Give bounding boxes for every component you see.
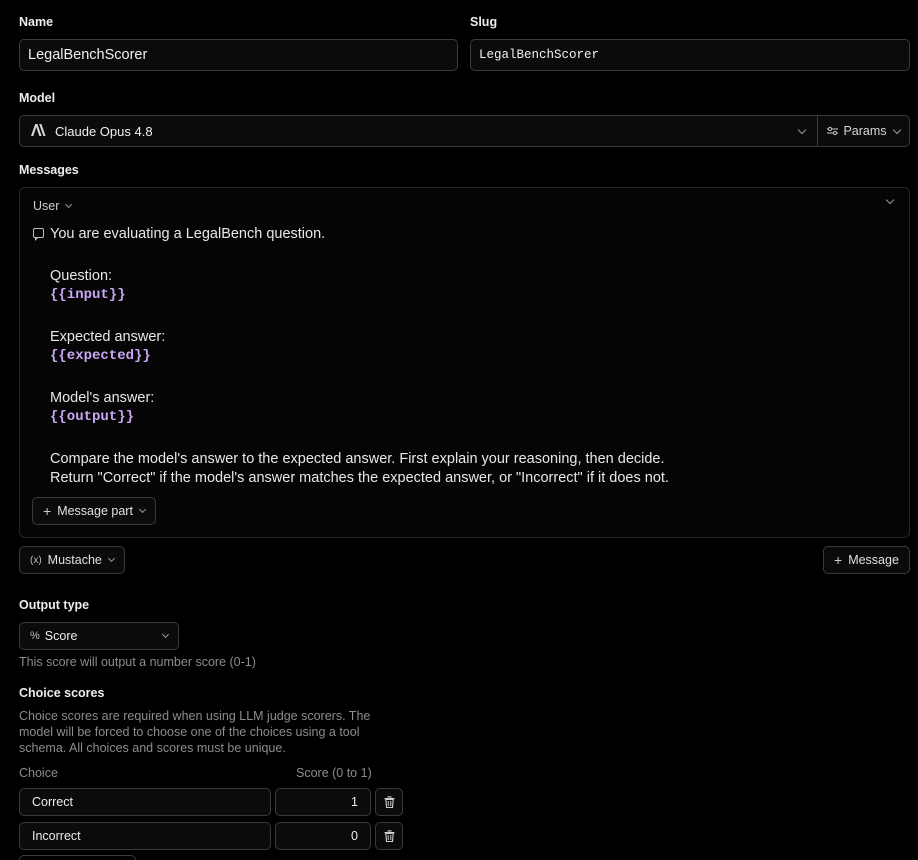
delete-choice-button[interactable] — [375, 822, 403, 850]
chevron-down-icon — [797, 125, 807, 134]
plus-icon: + — [834, 552, 843, 568]
trash-icon — [384, 796, 395, 808]
chevron-down-icon — [107, 554, 115, 563]
slug-input-value: LegalBenchScorer — [479, 48, 600, 62]
variable-icon: (x) — [30, 554, 42, 566]
model-name: Claude Opus 4.8 — [55, 123, 153, 139]
trash-icon — [384, 830, 395, 842]
score-value: 0 — [351, 829, 358, 843]
add-choice-button[interactable] — [19, 855, 136, 860]
messages-label: Messages — [19, 163, 79, 177]
sliders-icon — [827, 126, 839, 136]
model-label: Model — [19, 91, 56, 105]
message-line — [50, 306, 890, 328]
chevron-down-icon — [892, 125, 901, 134]
template-variable: {{expected}} — [50, 348, 151, 364]
name-input[interactable]: LegalBenchScorer — [19, 39, 458, 71]
message-line: Return "Correct" if the model's answer m… — [50, 470, 669, 486]
output-type-select[interactable]: % Score — [19, 622, 179, 650]
percent-icon: % — [30, 630, 40, 642]
name-label: Name — [19, 15, 54, 29]
output-type-value: Score — [44, 629, 78, 643]
template-format-dropdown[interactable]: (x) Mustache — [19, 546, 125, 574]
slug-label: Slug — [470, 15, 498, 29]
message-role: User — [33, 199, 60, 213]
chevron-down-icon — [65, 200, 73, 209]
score-input[interactable]: 0 — [275, 822, 371, 850]
choice-input[interactable]: Incorrect — [19, 822, 271, 850]
message-editor: User You are evaluating a LegalBench que… — [19, 187, 910, 538]
choice-scores-helper: Choice scores are required when using LL… — [19, 709, 371, 755]
message-line: You are evaluating a LegalBench question… — [50, 226, 326, 242]
score-value: 1 — [351, 795, 358, 809]
message-line — [50, 367, 890, 389]
score-column-header: Score (0 to 1) — [296, 766, 372, 780]
message-text[interactable]: You are evaluating a LegalBench question… — [50, 225, 890, 489]
model-dropdown[interactable]: Claude Opus 4.8 — [20, 116, 817, 146]
add-message-part-button[interactable]: + Message part — [32, 497, 156, 525]
message-line: Question: — [50, 267, 113, 284]
params-button[interactable]: Params — [817, 116, 909, 146]
message-role-dropdown[interactable]: User — [33, 199, 73, 213]
choice-value: Correct — [32, 795, 73, 809]
model-selector: Claude Opus 4.8 Params — [19, 115, 910, 147]
template-variable: {{output}} — [50, 409, 135, 425]
choice-scores-label: Choice scores — [19, 686, 105, 700]
slug-input[interactable]: LegalBenchScorer — [470, 39, 910, 71]
choice-value: Incorrect — [32, 829, 81, 843]
chevron-down-icon — [161, 630, 170, 639]
message-line — [50, 245, 890, 267]
message-line — [50, 428, 890, 450]
name-input-value: LegalBenchScorer — [28, 47, 148, 63]
delete-choice-button[interactable] — [375, 788, 403, 816]
plus-icon: + — [43, 503, 52, 519]
collapse-chevron-icon[interactable] — [885, 195, 895, 205]
message-line: Compare the model's answer to the expect… — [50, 450, 665, 467]
score-input[interactable]: 1 — [275, 788, 371, 816]
output-type-label: Output type — [19, 598, 90, 612]
anthropic-icon — [30, 123, 47, 139]
message-part-icon — [33, 228, 44, 241]
choice-column-header: Choice — [19, 766, 58, 780]
message-line: Model's answer: — [50, 389, 155, 406]
add-message-label: Message — [848, 553, 899, 567]
add-message-part-label: Message part — [57, 504, 133, 518]
params-label: Params — [843, 124, 887, 138]
message-line: Expected answer: — [50, 328, 166, 345]
choice-input[interactable]: Correct — [19, 788, 271, 816]
template-format-label: Mustache — [47, 553, 102, 567]
output-type-helper: This score will output a number score (0… — [19, 655, 256, 669]
template-variable: {{input}} — [50, 287, 126, 303]
chevron-down-icon — [138, 505, 146, 514]
add-message-button[interactable]: + Message — [823, 546, 910, 574]
